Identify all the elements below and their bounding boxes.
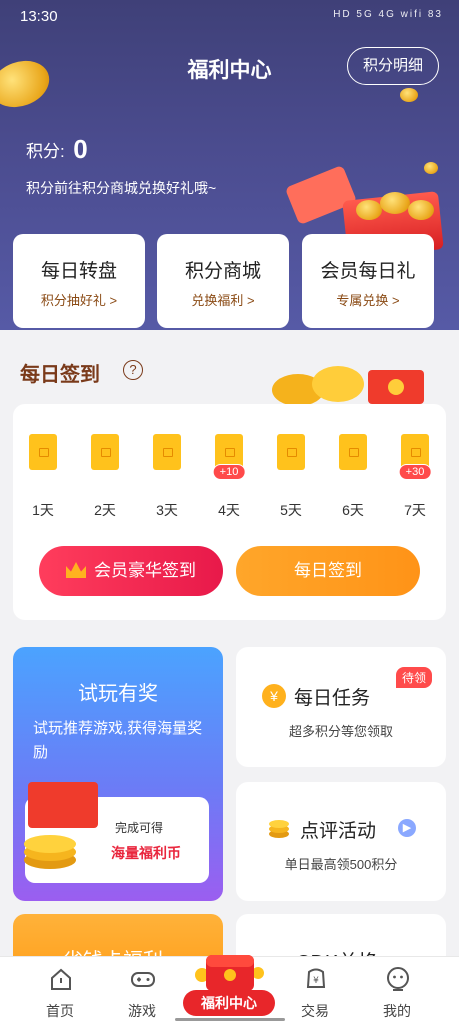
day-label: 6天 [342, 502, 364, 518]
crown-icon [66, 562, 86, 578]
coins-decoration-icon [272, 366, 424, 406]
quick-entry-wheel[interactable]: 每日转盘 积分抽好礼 > [13, 234, 145, 328]
review-sub: 单日最高领500积分 [284, 857, 398, 872]
status-time: 13:30 [20, 8, 58, 25]
signin-day: 2天 [85, 434, 125, 520]
signin-day: 5天 [271, 434, 311, 520]
coin-decoration-icon [408, 200, 434, 220]
profile-icon [387, 967, 409, 991]
tab-trade[interactable]: ¥ 交易 [280, 957, 350, 1024]
review-title: 点评活动 [300, 821, 377, 842]
quick-entry-sub: 兑换福利 > [191, 293, 255, 308]
signin-section-title: 每日签到 [20, 364, 100, 386]
red-envelope-icon [153, 434, 181, 470]
tab-welfare-center[interactable]: 福利中心 [183, 990, 275, 1016]
points-value: 0 [73, 134, 88, 164]
points-detail-button[interactable]: 积分明细 [347, 47, 439, 85]
points-row: 积分: 0 [26, 134, 88, 165]
coin-decoration-icon [380, 192, 410, 214]
vip-signin-button[interactable]: 会员豪华签到 [39, 546, 223, 596]
day-label: 3天 [156, 502, 178, 518]
signin-card: 1天 2天 3天 +10 4天 5天 6天 +30 7天 会员豪华签到 每日签到 [13, 404, 446, 620]
tab-label: 首页 [46, 1003, 74, 1019]
daily-task-sub: 超多积分等您领取 [288, 724, 393, 739]
day-label: 2天 [94, 502, 116, 518]
review-activity-card[interactable]: 点评活动 ▶ 单日最高领500积分 [236, 782, 446, 901]
tab-home[interactable]: 首页 [25, 957, 95, 1024]
red-envelope-icon [277, 434, 305, 470]
quick-entry-vip-gift[interactable]: 会员每日礼 专属兑换 > [302, 234, 434, 328]
trial-inner-value: 海量福利币 [111, 845, 181, 861]
help-icon[interactable]: ? [123, 360, 143, 380]
trial-inner-label: 完成可得 [115, 821, 164, 835]
coin-decoration-icon [356, 200, 382, 220]
trial-title: 试玩有奖 [78, 683, 158, 705]
signin-day: 6天 [333, 434, 373, 520]
quick-entry-title: 积分商城 [184, 261, 261, 282]
coin-decoration-icon [400, 88, 418, 102]
tab-profile[interactable]: 我的 [362, 957, 432, 1024]
pending-badge: 待领 [395, 667, 432, 688]
quick-entry-sub: 专属兑换 > [336, 293, 400, 308]
red-envelope-icon [29, 434, 57, 470]
day-label: 7天 [404, 502, 426, 518]
daily-signin-button[interactable]: 每日签到 [236, 546, 420, 596]
yen-coin-icon: ¥ [262, 684, 286, 708]
home-indicator [175, 1018, 285, 1021]
quick-entry-title: 会员每日礼 [320, 261, 416, 282]
tab-label: 交易 [301, 1003, 329, 1019]
bonus-badge: +30 [398, 464, 432, 480]
day-label: 4天 [218, 502, 240, 518]
quick-entry-mall[interactable]: 积分商城 兑换福利 > [157, 234, 289, 328]
points-label: 积分: [26, 142, 65, 161]
status-bar: 13:30 HD 5G 4G wifi 83 [0, 0, 459, 34]
quick-entry-title: 每日转盘 [40, 261, 117, 282]
red-envelope-icon [339, 434, 367, 470]
vip-signin-label: 会员豪华签到 [94, 561, 196, 580]
signin-day: +10 4天 [209, 434, 249, 520]
gamepad-icon [131, 972, 155, 987]
quick-entry-sub: 积分抽好礼 > [40, 293, 118, 308]
tab-label: 我的 [383, 1003, 411, 1019]
coin-stack-icon [24, 835, 76, 869]
signin-day: 3天 [147, 434, 187, 520]
daily-task-title: 每日任务 [294, 688, 371, 709]
trial-desc: 试玩推荐游戏,获得海量奖励 [33, 720, 203, 761]
signin-day: +30 7天 [395, 434, 435, 520]
day-label: 1天 [32, 502, 54, 518]
svg-text:¥: ¥ [313, 976, 319, 986]
status-icons: HD 5G 4G wifi 83 [333, 9, 443, 20]
trade-icon: ¥ [306, 968, 326, 988]
red-envelope-icon [91, 434, 119, 470]
points-tip: 积分前往积分商城兑换好礼哦~ [26, 180, 217, 196]
home-icon [51, 968, 71, 990]
signin-day: 1天 [23, 434, 63, 520]
bonus-badge: +10 [212, 464, 246, 480]
tab-games[interactable]: 游戏 [107, 957, 177, 1024]
day-label: 5天 [280, 502, 302, 518]
tab-label: 游戏 [128, 1003, 156, 1019]
coin-decoration-icon [424, 162, 438, 174]
chevron-right-icon: ▶ [398, 819, 416, 837]
daily-task-card[interactable]: ¥ 每日任务 待领 超多积分等您领取 [236, 647, 446, 767]
coins-icon [269, 820, 289, 838]
